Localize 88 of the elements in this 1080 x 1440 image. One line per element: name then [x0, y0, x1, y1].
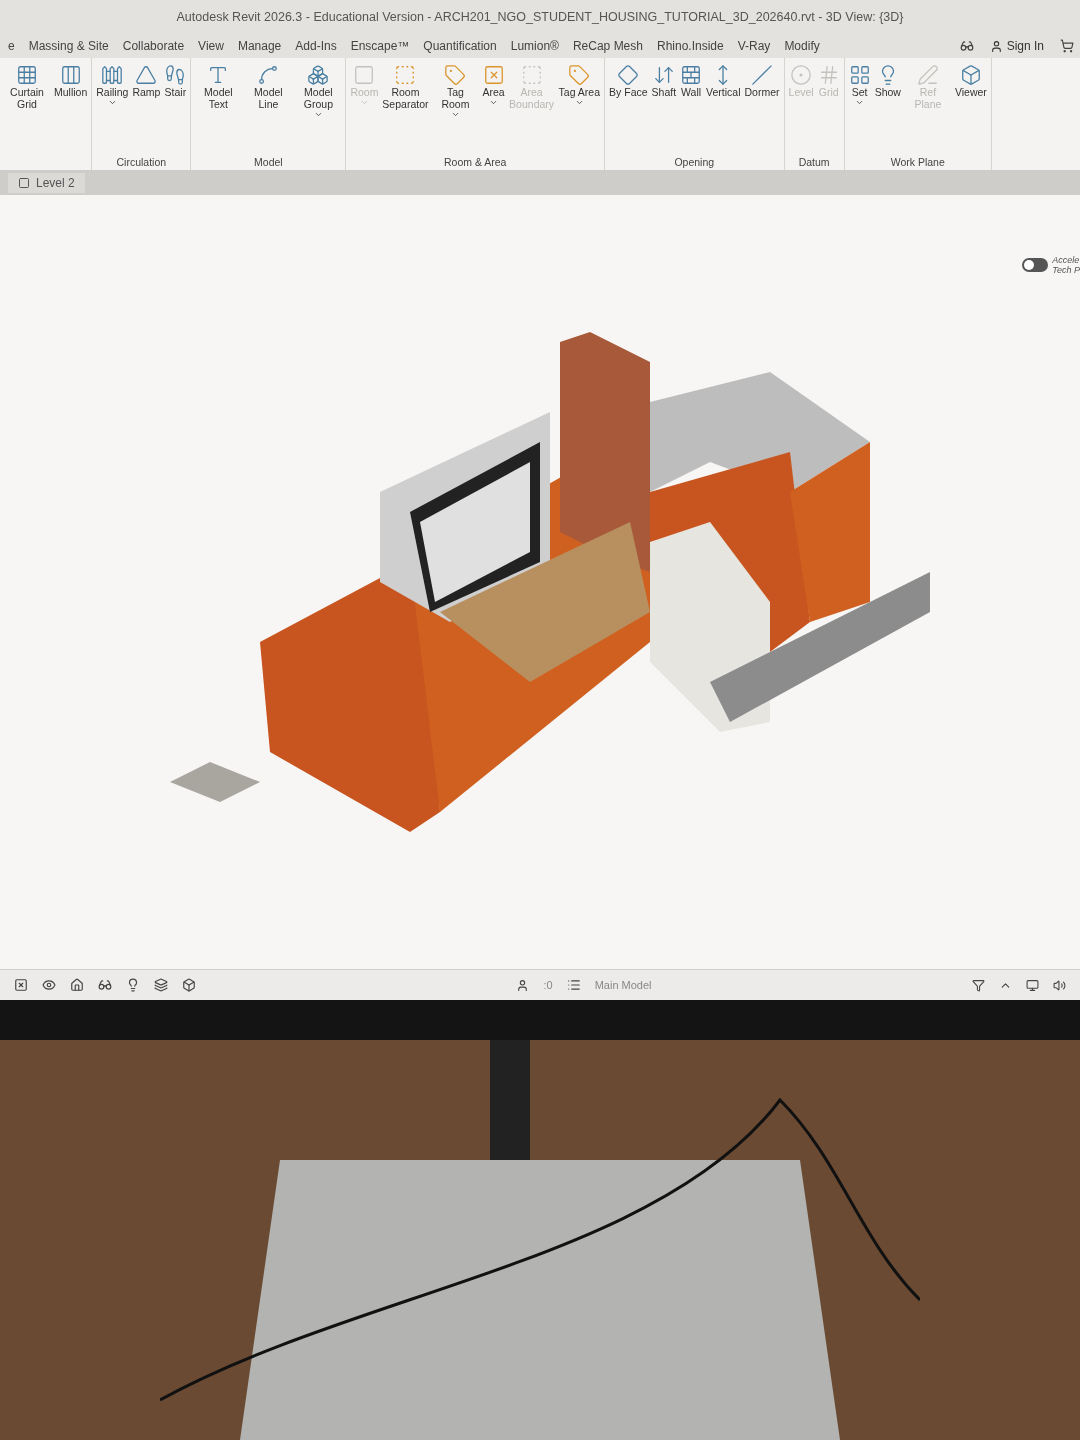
ribbon-tool-button[interactable]: Set: [846, 62, 873, 156]
ribbon-tab[interactable]: Quantification: [421, 36, 499, 56]
layers-icon[interactable]: [154, 978, 168, 992]
ribbon-tool-button[interactable]: Room Separator: [380, 62, 431, 156]
panel-title: Model: [253, 156, 284, 168]
ribbon-tool-button[interactable]: Area: [480, 62, 507, 156]
crossed-square-icon: [482, 64, 505, 86]
fence-icon: [101, 64, 124, 86]
grid-icon: [848, 64, 871, 86]
arrows-icon: [652, 64, 675, 86]
house-icon[interactable]: [70, 978, 84, 992]
grid-icon: [16, 64, 38, 86]
user-icon[interactable]: [516, 978, 530, 992]
footprints-icon: [164, 64, 187, 86]
panel-title: Circulation: [115, 156, 168, 168]
pen-icon: [916, 64, 939, 86]
square-icon: [353, 64, 376, 86]
dropdown-caret-icon: [450, 110, 460, 119]
monitor-icon[interactable]: [1026, 978, 1039, 992]
columns-icon: [59, 64, 82, 86]
dashed-square-icon: [520, 64, 543, 86]
ribbon-tab[interactable]: Massing & Site: [26, 36, 111, 56]
tag-icon: [444, 64, 467, 86]
triangle-icon: [135, 64, 158, 86]
square-icon: [18, 177, 30, 189]
slash-icon: [751, 64, 774, 86]
cube-icon: [959, 64, 982, 86]
ribbon-tool-button[interactable]: Model Text: [193, 62, 244, 156]
ribbon-tab[interactable]: V-Ray: [735, 36, 773, 56]
ribbon-tool-button[interactable]: Stair: [162, 62, 189, 156]
ribbon-tool-button[interactable]: Mullion: [52, 62, 90, 168]
ribbon-tool-button[interactable]: Wall: [678, 62, 705, 156]
ribbon-tool-button[interactable]: Curtain Grid: [2, 62, 52, 168]
ribbon-tool-button[interactable]: Ramp: [130, 62, 163, 156]
ribbon-tool-button[interactable]: Model Group: [293, 62, 344, 156]
ribbon-tab[interactable]: Collaborate: [120, 36, 187, 56]
ribbon-tab[interactable]: Lumion®: [508, 36, 561, 56]
ribbon-tab[interactable]: Manage: [235, 36, 284, 56]
dropdown-caret-icon: [313, 110, 323, 119]
lightbulb-icon[interactable]: [126, 978, 140, 992]
ribbon-tool-button[interactable]: Vertical: [704, 62, 743, 156]
toggle-label: Accele Tech P: [1052, 255, 1080, 275]
ribbon-tool-button[interactable]: Tag Room: [430, 62, 481, 156]
dropdown-caret-icon: [574, 98, 584, 107]
ribbon-tab[interactable]: View: [196, 36, 226, 56]
ribbon-tool-button[interactable]: Model Line: [243, 62, 294, 156]
toggle-switch[interactable]: [1022, 258, 1049, 272]
diamond-icon: [617, 64, 640, 86]
ribbon-tool-button[interactable]: Show: [872, 62, 903, 156]
dropdown-caret-icon: [855, 98, 865, 107]
eye-icon[interactable]: [42, 978, 56, 992]
panel-title: Opening: [673, 156, 716, 168]
ribbon-tab[interactable]: Enscape™: [348, 36, 412, 56]
tag-icon: [568, 64, 591, 86]
ribbon-tab[interactable]: Modify: [782, 36, 822, 56]
ribbon-tool-button[interactable]: Shaft: [649, 62, 679, 156]
dropdown-caret-icon: [359, 98, 369, 107]
brick-wall-icon: [680, 64, 703, 86]
panel-title: Work Plane: [889, 156, 946, 168]
glasses-icon[interactable]: [98, 978, 112, 992]
dropdown-caret-icon: [107, 98, 117, 107]
ribbon-tab[interactable]: e: [6, 36, 17, 56]
user-icon: [989, 39, 1003, 53]
list-icon[interactable]: [566, 978, 581, 992]
ribbon-tool-button[interactable]: Dormer: [742, 62, 782, 156]
panel-title: Room & Area: [443, 156, 508, 168]
filter-icon[interactable]: [972, 978, 985, 992]
ribbon-tab[interactable]: Add-Ins: [293, 36, 339, 56]
curve-icon: [257, 64, 280, 86]
speaker-icon[interactable]: [1053, 978, 1066, 992]
window-title: Autodesk Revit 2026.3 - Educational Version - ARCH201_NGO_STUDENT_HOUSING_TUTORIAL_3D_202640.rvt - 3D View: {3D}: [176, 10, 904, 24]
dropdown-caret-icon: [489, 98, 498, 107]
ribbon-tool-button[interactable]: Viewer: [952, 62, 989, 156]
boxes-icon: [307, 64, 330, 86]
ribbon-tool-button[interactable]: By Face: [607, 62, 650, 156]
worksets-count: :0: [543, 979, 553, 991]
sign-in-button[interactable]: Sign In: [983, 38, 1050, 54]
ribbon-tool-button[interactable]: Tag Area: [556, 62, 603, 156]
target-icon: [790, 64, 813, 86]
dashed-square-icon: [394, 64, 417, 86]
cart-icon[interactable]: [1060, 39, 1074, 53]
ribbon-tool-button[interactable]: Railing: [94, 62, 131, 156]
level-view-tab[interactable]: Level 2: [8, 173, 85, 193]
crossed-square-icon[interactable]: [14, 978, 28, 992]
ribbon-tab[interactable]: ReCap Mesh: [570, 36, 645, 56]
ribbon-tab[interactable]: Rhino.Inside: [654, 36, 726, 56]
cube-icon[interactable]: [182, 978, 196, 992]
panel-title: Datum: [797, 156, 831, 168]
